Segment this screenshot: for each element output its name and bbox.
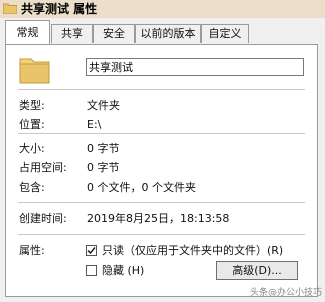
folder-icon	[3, 3, 17, 14]
separator	[18, 234, 305, 235]
title-bar: 共享测试 属性	[0, 0, 325, 18]
separator	[18, 133, 305, 134]
readonly-checkbox[interactable]	[86, 245, 97, 256]
readonly-label[interactable]: 只读（仅应用于文件夹中的文件）(R)	[102, 244, 283, 258]
separator	[18, 202, 305, 203]
contains-value: 0 个文件，0 个文件夹	[87, 181, 196, 194]
disk-size-label: 占用空间:	[19, 161, 67, 174]
tab-previous-versions[interactable]: 以前的版本	[135, 24, 201, 43]
folder-name-input[interactable]	[86, 58, 304, 76]
size-value: 0 字节	[87, 142, 120, 155]
type-value: 文件夹	[87, 99, 120, 112]
created-label: 创建时间:	[19, 212, 67, 225]
advanced-button[interactable]: 高级(D)...	[216, 261, 298, 280]
created-value: 2019年8月25日，18:13:58	[87, 212, 230, 225]
hidden-checkbox[interactable]	[86, 265, 97, 276]
size-label: 大小:	[19, 142, 45, 155]
tab-customize[interactable]: 自定义	[201, 24, 249, 43]
type-label: 类型:	[19, 99, 45, 112]
location-value: E:\	[87, 118, 102, 131]
disk-size-value: 0 字节	[87, 161, 120, 174]
folder-large-icon	[19, 58, 50, 84]
separator	[18, 89, 305, 90]
hidden-label[interactable]: 隐藏 (H)	[102, 264, 144, 278]
tab-strip: 常规 共享 安全 以前的版本 自定义	[0, 18, 325, 45]
location-label: 位置:	[19, 118, 45, 131]
attributes-label: 属性:	[19, 244, 45, 257]
window-title: 共享测试 属性	[21, 2, 98, 16]
tab-sharing[interactable]: 共享	[51, 24, 93, 43]
contains-label: 包含:	[19, 181, 45, 194]
checkmark-icon	[87, 247, 96, 255]
general-panel: 类型: 文件夹 位置: E:\ 大小: 0 字节 占用空间: 0 字节 包含: …	[5, 44, 318, 297]
watermark: 头条@办公小技巧	[250, 288, 323, 298]
tab-general[interactable]: 常规	[5, 20, 50, 44]
tab-security[interactable]: 安全	[93, 24, 135, 43]
